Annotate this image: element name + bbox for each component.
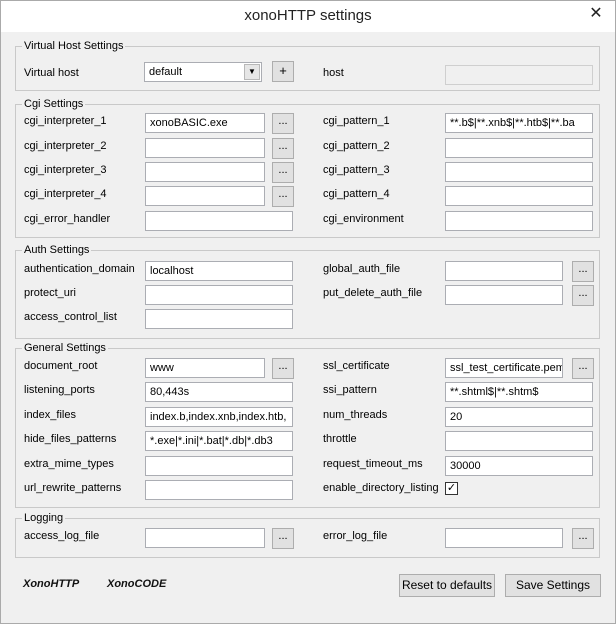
ssl-certificate-field[interactable]: ssl_test_certificate.pem (445, 358, 563, 378)
throttle-label: throttle (323, 433, 357, 445)
chevron-down-icon[interactable]: ▼ (244, 64, 260, 80)
ssl-certificate-label: ssl_certificate (323, 360, 390, 372)
request-timeout-label: request_timeout_ms (323, 458, 423, 470)
extra-mime-types-field[interactable] (145, 456, 293, 476)
virtual-host-legend: Virtual Host Settings (22, 39, 126, 53)
cgi-pattern-1-label: cgi_pattern_1 (323, 115, 390, 127)
hide-files-patterns-label: hide_files_patterns (24, 433, 117, 445)
put-delete-auth-file-label: put_delete_auth_file (323, 287, 423, 299)
access-log-file-field[interactable] (145, 528, 265, 548)
document-root-field[interactable]: www (145, 358, 265, 378)
auth-group: Auth Settings authentication_domain loca… (15, 243, 600, 339)
put-delete-auth-file-field[interactable] (445, 285, 563, 305)
global-auth-file-browse-button[interactable]: ... (572, 261, 594, 282)
throttle-field[interactable] (445, 431, 593, 451)
reset-defaults-button[interactable]: Reset to defaults (399, 574, 495, 597)
cgi-interpreter-1-label: cgi_interpreter_1 (24, 115, 107, 127)
request-timeout-field[interactable]: 30000 (445, 456, 593, 476)
host-label: host (323, 67, 344, 79)
listening-ports-field[interactable]: 80,443s (145, 382, 293, 402)
title-bar: xonoHTTP settings ✕ (1, 1, 615, 32)
logging-legend: Logging (22, 511, 66, 525)
cgi-pattern-2-label: cgi_pattern_2 (323, 140, 390, 152)
host-field[interactable] (445, 65, 593, 85)
index-files-field[interactable]: index.b,index.xnb,index.htb, (145, 407, 293, 427)
error-log-file-label: error_log_file (323, 530, 388, 542)
cgi-pattern-4-label: cgi_pattern_4 (323, 188, 390, 200)
document-root-browse-button[interactable]: ... (272, 358, 294, 379)
virtual-host-group: Virtual Host Settings Virtual host defau… (15, 39, 600, 91)
general-group: General Settings document_root www ... l… (15, 341, 600, 508)
put-delete-auth-file-browse-button[interactable]: ... (572, 285, 594, 306)
cgi-interpreter-3-browse-button[interactable]: ... (272, 162, 294, 183)
cgi-interpreter-2-field[interactable] (145, 138, 265, 158)
virtual-host-label: Virtual host (24, 67, 79, 79)
authentication-domain-label: authentication_domain (24, 263, 135, 275)
num-threads-label: num_threads (323, 409, 388, 421)
xonocode-logo: XonoCODE (107, 578, 167, 590)
cgi-legend: Cgi Settings (22, 97, 86, 111)
settings-window: xonoHTTP settings ✕ Virtual Host Setting… (0, 0, 616, 624)
index-files-label: index_files (24, 409, 76, 421)
general-legend: General Settings (22, 341, 108, 355)
logging-group: Logging access_log_file ... error_log_fi… (15, 511, 600, 558)
cgi-pattern-1-field[interactable]: **.b$|**.xnb$|**.htb$|**.ba (445, 113, 593, 133)
auth-legend: Auth Settings (22, 243, 92, 257)
cgi-pattern-2-field[interactable] (445, 138, 593, 158)
cgi-pattern-4-field[interactable] (445, 186, 593, 206)
error-log-file-browse-button[interactable]: ... (572, 528, 594, 549)
cgi-error-handler-field[interactable] (145, 211, 293, 231)
cgi-interpreter-4-field[interactable] (145, 186, 265, 206)
num-threads-field[interactable]: 20 (445, 407, 593, 427)
window-title: xonoHTTP settings (244, 7, 372, 24)
protect-uri-field[interactable] (145, 285, 293, 305)
global-auth-file-label: global_auth_file (323, 263, 401, 275)
extra-mime-types-label: extra_mime_types (24, 458, 114, 470)
ssi-pattern-label: ssi_pattern (323, 384, 377, 396)
document-root-label: document_root (24, 360, 98, 372)
url-rewrite-patterns-field[interactable] (145, 480, 293, 500)
listening-ports-label: listening_ports (24, 384, 95, 396)
cgi-interpreter-3-label: cgi_interpreter_3 (24, 164, 107, 176)
virtual-host-value: default (149, 66, 183, 78)
access-log-file-browse-button[interactable]: ... (272, 528, 294, 549)
global-auth-file-field[interactable] (445, 261, 563, 281)
cgi-environment-label: cgi_environment (323, 213, 404, 225)
add-virtual-host-button[interactable]: + (272, 61, 294, 82)
close-icon[interactable]: ✕ (587, 5, 605, 23)
cgi-error-handler-label: cgi_error_handler (24, 213, 111, 225)
authentication-domain-field[interactable]: localhost (145, 261, 293, 281)
error-log-file-field[interactable] (445, 528, 563, 548)
enable-directory-listing-label: enable_directory_listing (323, 482, 439, 494)
cgi-pattern-3-field[interactable] (445, 162, 593, 182)
cgi-interpreter-3-field[interactable] (145, 162, 265, 182)
access-control-list-field[interactable] (145, 309, 293, 329)
url-rewrite-patterns-label: url_rewrite_patterns (24, 482, 122, 494)
save-settings-button[interactable]: Save Settings (505, 574, 601, 597)
virtual-host-select[interactable]: default ▼ (144, 62, 262, 82)
ssl-certificate-browse-button[interactable]: ... (572, 358, 594, 379)
access-control-list-label: access_control_list (24, 311, 117, 323)
cgi-interpreter-2-browse-button[interactable]: ... (272, 138, 294, 159)
ssi-pattern-field[interactable]: **.shtml$|**.shtm$ (445, 382, 593, 402)
hide-files-patterns-field[interactable]: *.exe|*.ini|*.bat|*.db|*.db3 (145, 431, 293, 451)
xonohttp-logo: XonoHTTP (23, 578, 80, 590)
cgi-interpreter-1-field[interactable]: xonoBASIC.exe (145, 113, 265, 133)
cgi-pattern-3-label: cgi_pattern_3 (323, 164, 390, 176)
cgi-environment-field[interactable] (445, 211, 593, 231)
cgi-interpreter-2-label: cgi_interpreter_2 (24, 140, 107, 152)
protect-uri-label: protect_uri (24, 287, 76, 299)
access-log-file-label: access_log_file (24, 530, 100, 542)
cgi-interpreter-1-browse-button[interactable]: ... (272, 113, 294, 134)
enable-directory-listing-checkbox[interactable]: ✓ (445, 482, 458, 495)
cgi-interpreter-4-browse-button[interactable]: ... (272, 186, 294, 207)
cgi-interpreter-4-label: cgi_interpreter_4 (24, 188, 107, 200)
cgi-group: Cgi Settings cgi_interpreter_1 xonoBASIC… (15, 97, 600, 238)
